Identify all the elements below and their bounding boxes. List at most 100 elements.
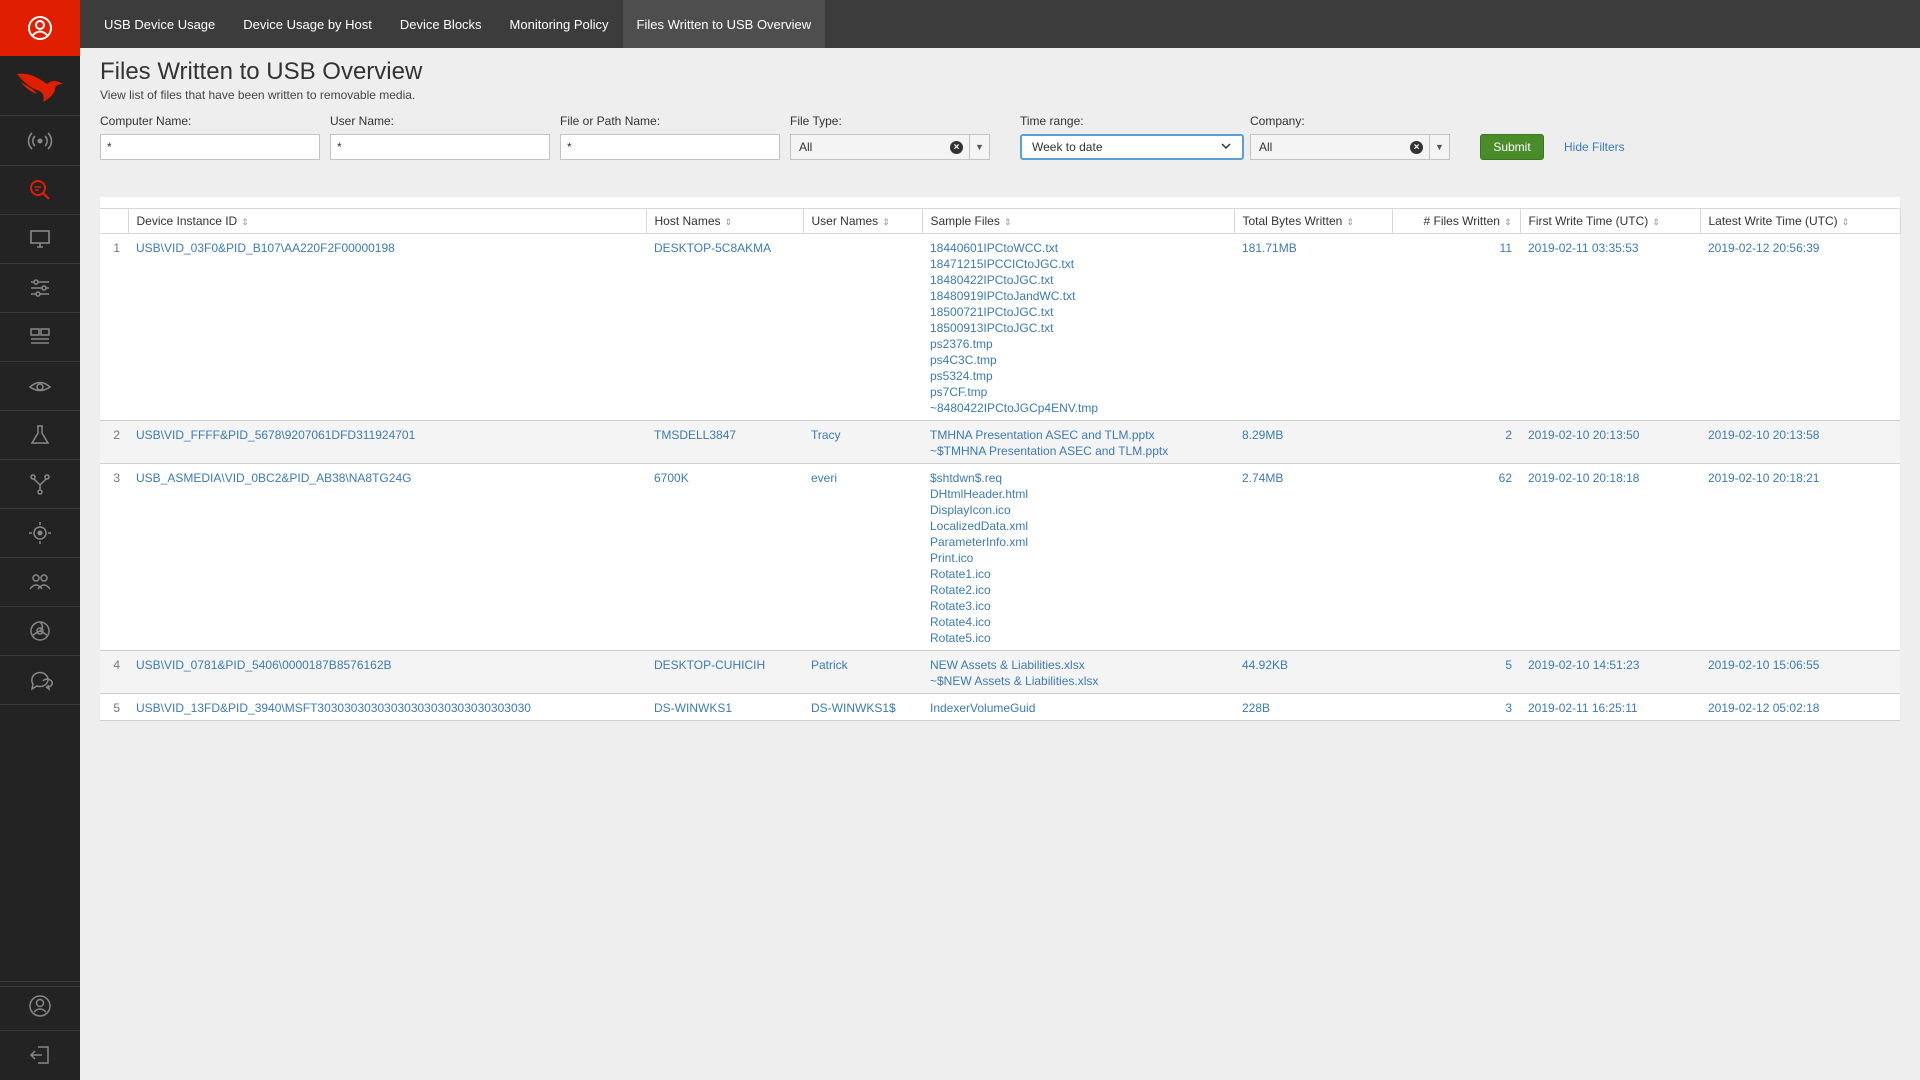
first-write-time-link[interactable]: 2019-02-11 16:25:11 (1520, 693, 1700, 721)
sample-file-link[interactable]: Rotate4.ico (930, 614, 1226, 630)
clear-icon[interactable]: × (950, 141, 963, 154)
first-write-time-link[interactable]: 2019-02-10 20:13:50 (1520, 420, 1700, 464)
sidebar-item-configuration[interactable] (0, 264, 80, 313)
files-written-count-link[interactable]: 2 (1392, 420, 1520, 464)
sample-file-link[interactable]: DHtmlHeader.html (930, 486, 1226, 502)
user-menu-button[interactable] (0, 0, 80, 56)
tab-usb-device-usage[interactable]: USB Device Usage (90, 0, 229, 48)
sample-file-link[interactable]: ps2376.tmp (930, 336, 1226, 352)
sample-file-link[interactable]: 18500913IPCtoJGC.txt (930, 320, 1226, 336)
col-sample-files[interactable]: Sample Files ⇕ (922, 209, 1235, 234)
latest-write-time-link[interactable]: 2019-02-12 20:56:39 (1700, 233, 1900, 421)
user-name-link[interactable]: Patrick (803, 650, 922, 694)
sidebar-item-activity[interactable] (0, 117, 80, 166)
sidebar-item-logout[interactable] (0, 1030, 80, 1079)
col-total-bytes-written[interactable]: Total Bytes Written ⇕ (1234, 209, 1393, 234)
sample-file-link[interactable]: ps4C3C.tmp (930, 352, 1226, 368)
user-name-link[interactable]: everi (803, 463, 922, 651)
sample-file-link[interactable]: Rotate2.ico (930, 582, 1226, 598)
host-name-link[interactable]: DS-WINWKS1 (646, 693, 803, 721)
files-written-count-link[interactable]: 3 (1392, 693, 1520, 721)
total-bytes-link[interactable]: 2.74MB (1234, 463, 1392, 651)
sample-file-link[interactable]: TMHNA Presentation ASEC and TLM.pptx (930, 427, 1226, 443)
tab-files-written-to-usb-overview[interactable]: Files Written to USB Overview (622, 0, 826, 48)
user-name-link[interactable]: DS-WINWKS1$ (803, 693, 922, 721)
sidebar-item-account[interactable] (0, 981, 80, 1030)
user-name-input[interactable] (330, 134, 550, 160)
sidebar-item-discover[interactable] (0, 362, 80, 411)
sidebar-item-dashboards[interactable] (0, 313, 80, 362)
total-bytes-link[interactable]: 181.71MB (1234, 233, 1392, 421)
sidebar-item-spotlight[interactable] (0, 411, 80, 460)
sample-file-link[interactable]: Rotate1.ico (930, 566, 1226, 582)
sidebar-item-users[interactable] (0, 558, 80, 607)
sidebar-item-intelligence[interactable] (0, 509, 80, 558)
hide-filters-link[interactable]: Hide Filters (1564, 140, 1625, 154)
submit-button[interactable]: Submit (1480, 134, 1544, 160)
sample-file-link[interactable]: ps5324.tmp (930, 368, 1226, 384)
files-written-count-link[interactable]: 5 (1392, 650, 1520, 694)
total-bytes-link[interactable]: 228B (1234, 693, 1392, 721)
caret-down-icon[interactable]: ▼ (969, 135, 989, 159)
first-write-time-link[interactable]: 2019-02-11 03:35:53 (1520, 233, 1700, 421)
sample-file-link[interactable]: Print.ico (930, 550, 1226, 566)
sample-file-link[interactable]: 18440601IPCtoWCC.txt (930, 240, 1226, 256)
file-path-input[interactable] (560, 134, 780, 160)
sample-file-link[interactable]: 18480422IPCtoJGC.txt (930, 272, 1226, 288)
tab-device-blocks[interactable]: Device Blocks (386, 0, 496, 48)
col-user-names[interactable]: User Names ⇕ (803, 209, 923, 234)
host-name-link[interactable]: TMSDELL3847 (646, 420, 803, 464)
latest-write-time-link[interactable]: 2019-02-10 15:06:55 (1700, 650, 1900, 694)
col-first-write-time[interactable]: First Write Time (UTC) ⇕ (1520, 209, 1701, 234)
col-host-names[interactable]: Host Names ⇕ (646, 209, 804, 234)
latest-write-time-link[interactable]: 2019-02-12 05:02:18 (1700, 693, 1900, 721)
sample-file-link[interactable]: 18500721IPCtoJGC.txt (930, 304, 1226, 320)
sidebar-item-threat-graph[interactable] (0, 607, 80, 656)
host-name-link[interactable]: 6700K (646, 463, 803, 651)
file-type-select[interactable]: All × ▼ (790, 134, 990, 160)
tab-device-usage-by-host[interactable]: Device Usage by Host (229, 0, 386, 48)
sample-file-link[interactable]: ps7CF.tmp (930, 384, 1226, 400)
first-write-time-link[interactable]: 2019-02-10 20:18:18 (1520, 463, 1700, 651)
latest-write-time-link[interactable]: 2019-02-10 20:13:58 (1700, 420, 1900, 464)
sidebar-item-network[interactable] (0, 460, 80, 509)
device-instance-id-link[interactable]: USB\VID_0781&PID_5406\0000187B8576162B (128, 650, 646, 694)
sample-file-link[interactable]: Rotate3.ico (930, 598, 1226, 614)
time-range-select[interactable]: Week to date (1020, 134, 1244, 160)
user-name-link[interactable] (803, 233, 922, 421)
sample-file-link[interactable]: NEW Assets & Liabilities.xlsx (930, 657, 1226, 673)
total-bytes-link[interactable]: 8.29MB (1234, 420, 1392, 464)
sidebar-item-support[interactable] (0, 656, 80, 705)
sample-file-link[interactable]: ~$NEW Assets & Liabilities.xlsx (930, 673, 1226, 689)
sample-file-link[interactable]: Rotate5.ico (930, 630, 1226, 646)
computer-name-input[interactable] (100, 134, 320, 160)
sample-file-link[interactable]: 18471215IPCCICtoJGC.txt (930, 256, 1226, 272)
device-instance-id-link[interactable]: USB\VID_FFFF&PID_5678\9207061DFD31192470… (128, 420, 646, 464)
clear-icon[interactable]: × (1410, 141, 1423, 154)
sample-file-link[interactable]: LocalizedData.xml (930, 518, 1226, 534)
sample-file-link[interactable]: ParameterInfo.xml (930, 534, 1226, 550)
sidebar-item-hosts[interactable] (0, 215, 80, 264)
device-instance-id-link[interactable]: USB\VID_13FD&PID_3940\MSFT30303030303030… (128, 693, 646, 721)
host-name-link[interactable]: DESKTOP-CUHICIH (646, 650, 803, 694)
user-name-link[interactable]: Tracy (803, 420, 922, 464)
files-written-count-link[interactable]: 62 (1392, 463, 1520, 651)
sample-file-link[interactable]: IndexerVolumeGuid (930, 700, 1226, 716)
caret-down-icon[interactable]: ▼ (1429, 135, 1449, 159)
falcon-logo[interactable] (0, 56, 80, 116)
first-write-time-link[interactable]: 2019-02-10 14:51:23 (1520, 650, 1700, 694)
sample-file-link[interactable]: DisplayIcon.ico (930, 502, 1226, 518)
sample-file-link[interactable]: 18480919IPCtoJandWC.txt (930, 288, 1226, 304)
total-bytes-link[interactable]: 44.92KB (1234, 650, 1392, 694)
files-written-count-link[interactable]: 11 (1392, 233, 1520, 421)
device-instance-id-link[interactable]: USB\VID_03F0&PID_B107\AA220F2F00000198 (128, 233, 646, 421)
latest-write-time-link[interactable]: 2019-02-10 20:18:21 (1700, 463, 1900, 651)
col-latest-write-time[interactable]: Latest Write Time (UTC) ⇕ (1700, 209, 1901, 234)
sample-file-link[interactable]: $shtdwn$.req (930, 470, 1226, 486)
tab-monitoring-policy[interactable]: Monitoring Policy (496, 0, 623, 48)
device-instance-id-link[interactable]: USB_ASMEDIA\VID_0BC2&PID_AB38\NA8TG24G (128, 463, 646, 651)
sample-file-link[interactable]: ~$TMHNA Presentation ASEC and TLM.pptx (930, 443, 1226, 459)
host-name-link[interactable]: DESKTOP-5C8AKMA (646, 233, 803, 421)
sidebar-item-investigate[interactable] (0, 166, 80, 215)
company-select[interactable]: All × ▼ (1250, 134, 1450, 160)
